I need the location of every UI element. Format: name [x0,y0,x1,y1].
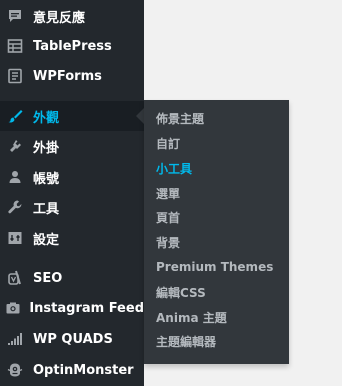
submenu-item-header[interactable]: 頁首 [144,205,289,229]
sidebar-item-label: 意見反應 [33,10,86,26]
submenu-item-widgets[interactable]: 小工具 [144,156,289,180]
settings-icon [0,223,30,253]
sidebar-item-label: 工具 [33,201,60,217]
comments-icon [0,1,30,31]
sidebar-item-label: 帳號 [33,171,60,187]
table-icon [0,31,30,61]
plugins-icon [0,131,30,161]
submenu-item-edit-css[interactable]: 編輯CSS [144,280,289,304]
submenu-item-premium-themes[interactable]: Premium Themes [144,255,289,279]
sidebar-item-label: 外觀 [33,110,60,126]
wrench-icon [0,192,30,222]
sidebar-item-label: SEO [33,270,63,286]
sidebar-item-wp-quads[interactable]: WP QUADS [0,324,144,354]
paintbrush-icon [0,101,30,131]
user-icon [0,162,30,192]
submenu-item-theme-editor[interactable]: 主題編輯器 [144,329,289,353]
submenu-item-anima-theme[interactable]: Anima 主題 [144,305,289,329]
submenu-item-themes[interactable]: 佈景主題 [144,106,289,130]
optinmonster-icon [0,355,30,385]
submenu-item-customize[interactable]: 自訂 [144,131,289,155]
submenu-item-menus[interactable]: 選單 [144,181,289,205]
sidebar-item-appearance[interactable]: 外觀 [0,101,144,131]
sidebar-item-label: WP QUADS [33,331,113,347]
camera-icon [0,293,26,323]
sidebar-item-label: WPForms [33,68,102,84]
sidebar-item-users[interactable]: 帳號 [0,162,144,192]
signal-bars-icon [0,324,30,354]
admin-sidebar: 意見反應 TablePress WPForms 外觀 外掛 帳號 工具 設定 S… [0,0,144,386]
sidebar-item-wpforms[interactable]: WPForms [0,61,144,91]
sidebar-item-label: 外掛 [33,140,60,156]
sidebar-item-tools[interactable]: 工具 [0,192,144,222]
appearance-flyout-submenu: 佈景主題 自訂 小工具 選單 頁首 背景 Premium Themes 編輯CS… [144,100,289,364]
sidebar-item-label: OptinMonster [33,362,134,378]
submenu-item-background[interactable]: 背景 [144,230,289,254]
yoast-seo-icon [0,263,30,293]
sidebar-item-optinmonster[interactable]: OptinMonster [0,355,144,385]
sidebar-item-seo[interactable]: SEO [0,263,144,293]
sidebar-item-feedback[interactable]: 意見反應 [0,1,144,31]
sidebar-item-instagram-feed[interactable]: Instagram Feed [0,293,144,323]
sidebar-item-label: TablePress [33,38,112,54]
forms-icon [0,61,30,91]
sidebar-item-plugins[interactable]: 外掛 [0,131,144,161]
sidebar-item-label: Instagram Feed [29,300,144,316]
sidebar-item-tablepress[interactable]: TablePress [0,31,144,61]
sidebar-item-settings[interactable]: 設定 [0,223,144,253]
sidebar-item-label: 設定 [33,232,60,248]
